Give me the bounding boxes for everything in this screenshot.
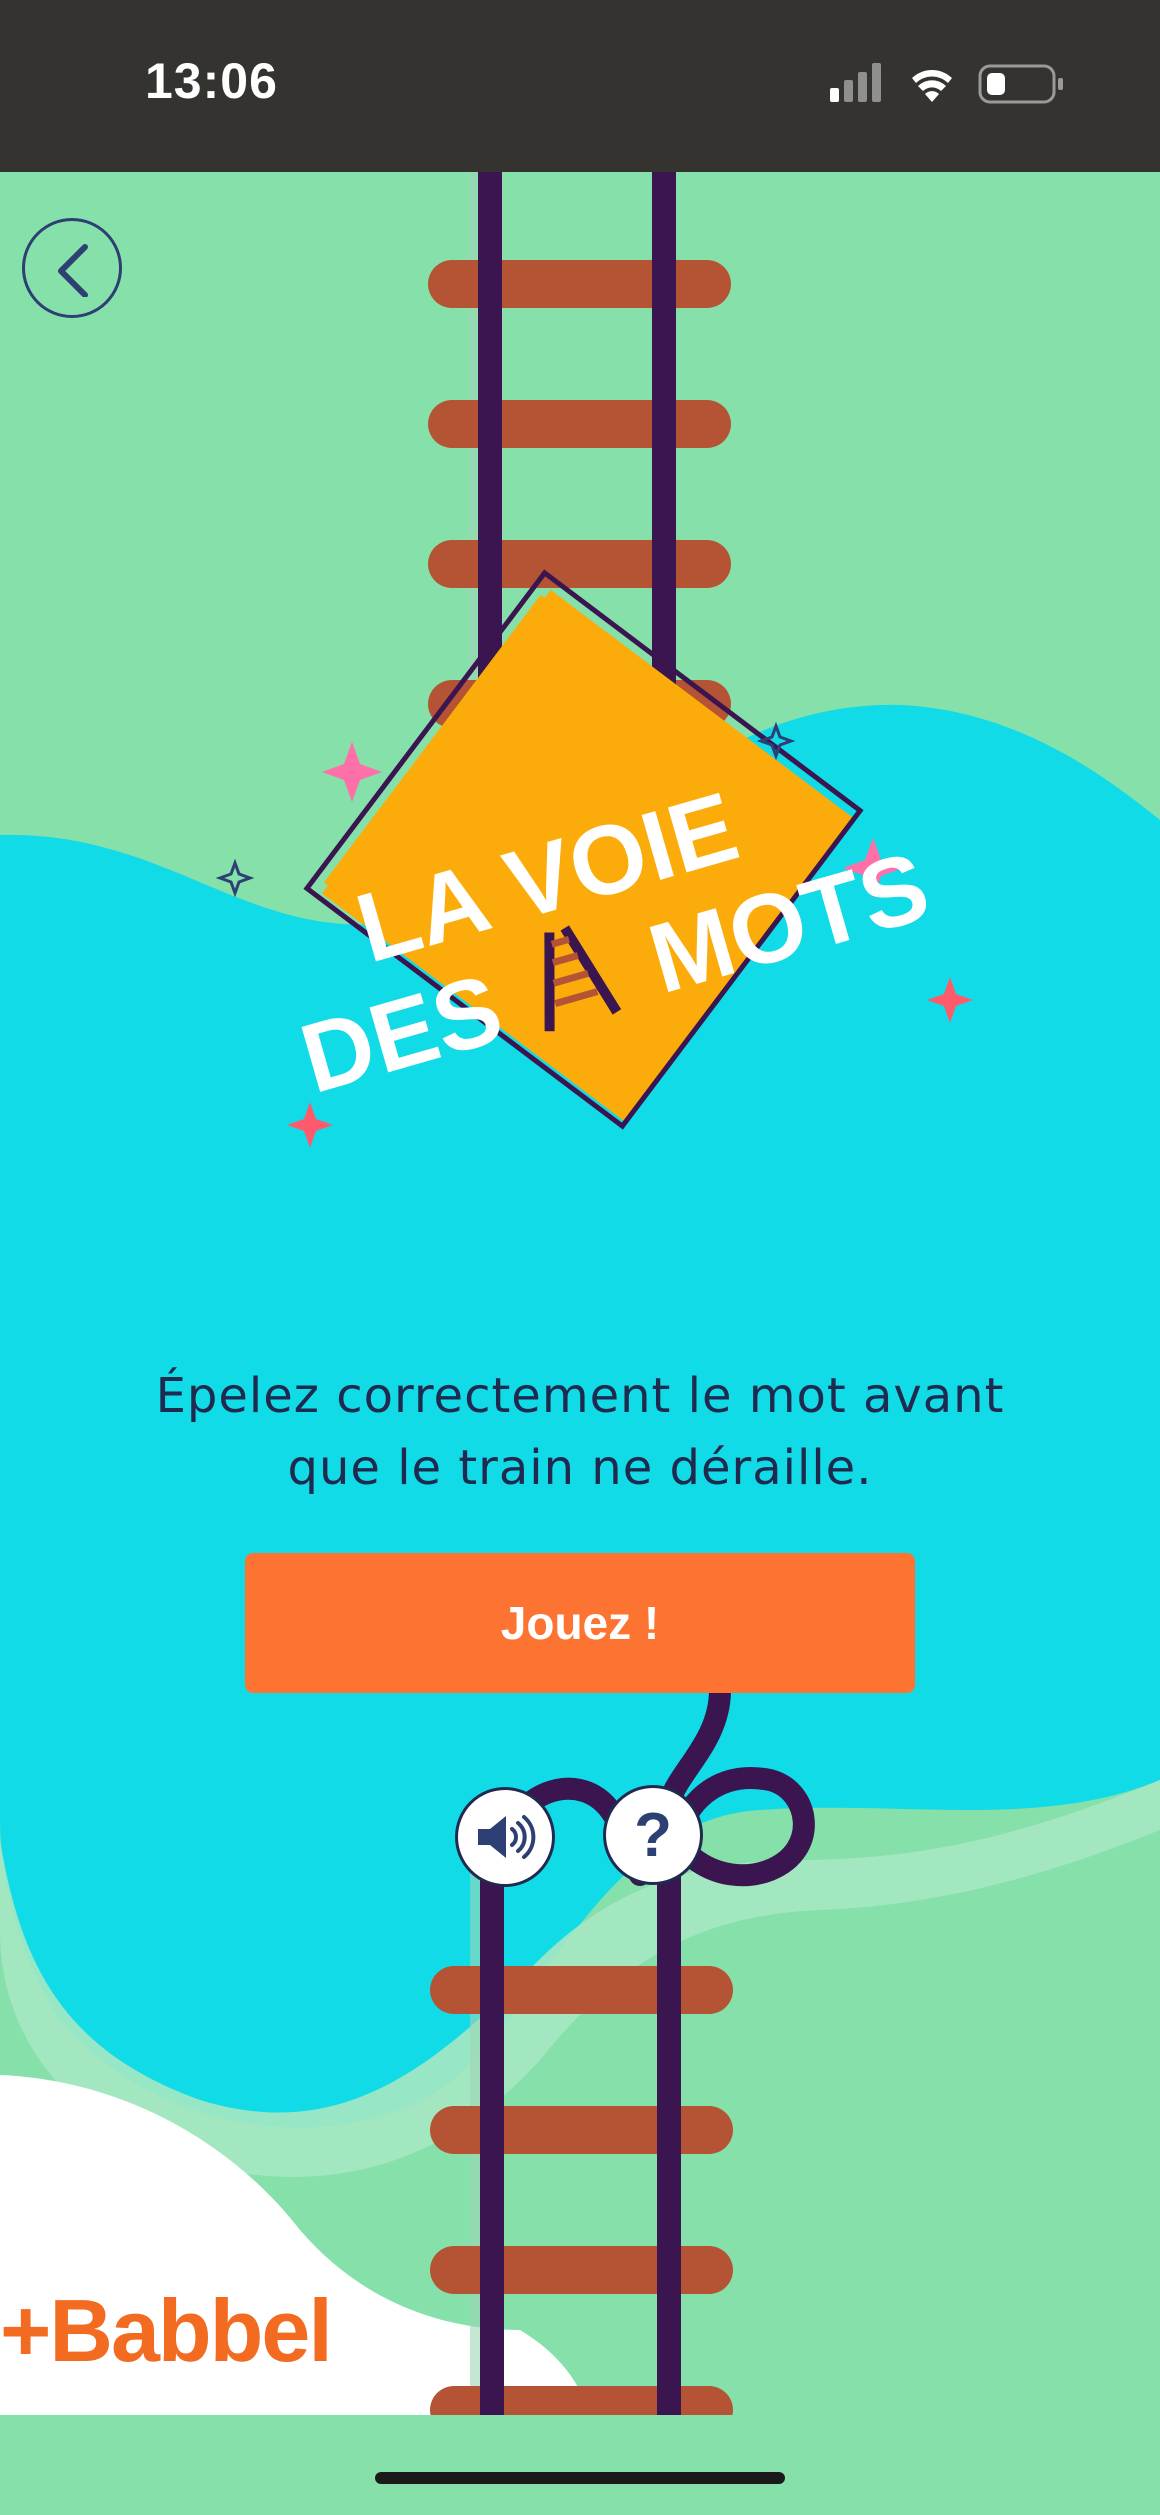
status-bar: 13:06	[0, 0, 1160, 172]
back-button[interactable]	[22, 218, 122, 318]
babbel-logo: +Babbel	[0, 2281, 333, 2380]
instruction-text: Épelez correctement le mot avant que le …	[0, 1360, 1160, 1504]
game-scene-background: LA VOIE DES MOTS	[0, 172, 1160, 2444]
status-icons	[830, 63, 1063, 104]
help-button[interactable]: ?	[603, 1785, 703, 1885]
wifi-icon	[912, 70, 952, 102]
play-button[interactable]: Jouez !	[245, 1553, 915, 1693]
home-indicator[interactable]	[375, 2472, 785, 2484]
bottom-strip	[0, 2415, 1160, 2515]
battery-icon	[978, 64, 1063, 104]
signal-icon	[830, 63, 881, 102]
instruction-line-2: que le train ne déraille.	[287, 1440, 873, 1496]
instruction-line-1: Épelez correctement le mot avant	[155, 1368, 1005, 1424]
speaker-icon	[478, 1815, 536, 1859]
status-time: 13:06	[145, 53, 278, 109]
chevron-left-icon	[58, 244, 88, 297]
sound-button[interactable]	[455, 1787, 555, 1887]
question-icon: ?	[634, 1800, 672, 1870]
